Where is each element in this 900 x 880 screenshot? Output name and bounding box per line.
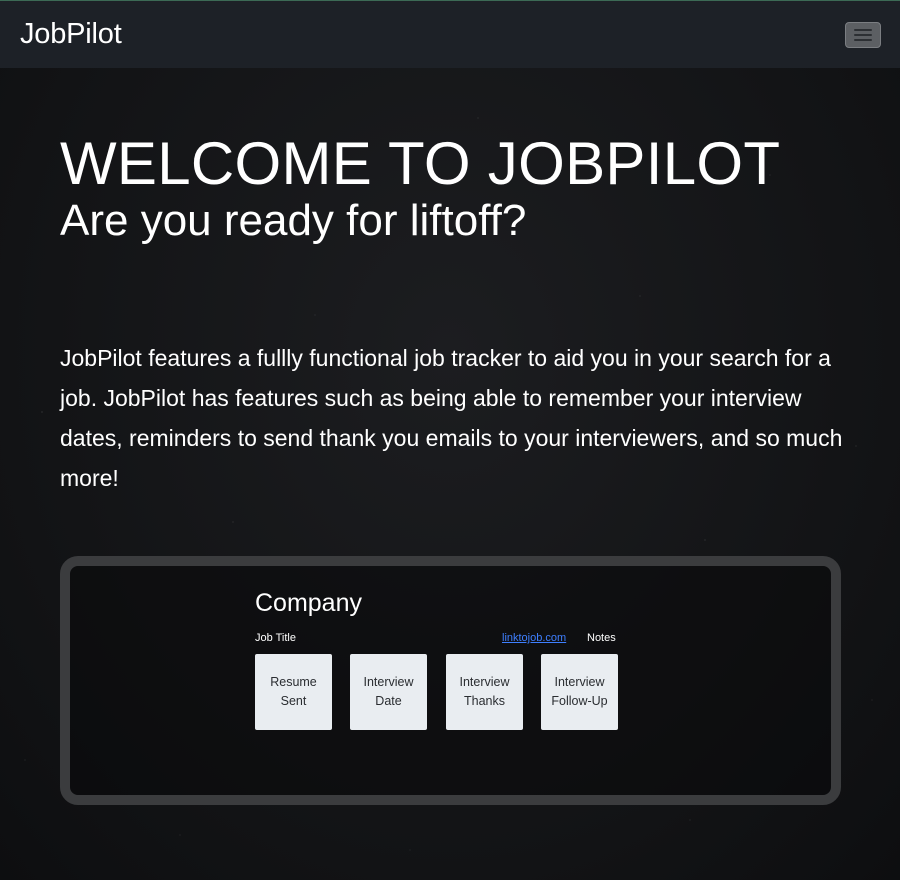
hamburger-menu-icon (854, 38, 872, 41)
intro-paragraph: JobPilot features a fullly functional jo… (60, 345, 843, 491)
step-label-line2: Follow-Up (551, 694, 608, 708)
navbar-toggle-button[interactable] (845, 21, 881, 48)
progress-steps: Resume Sent Interview Date Interview Thanks… (255, 654, 625, 732)
step-label-line2: Thanks (464, 694, 505, 708)
step-interview-date[interactable]: Interview Date (350, 654, 427, 730)
step-label-line1: Interview (554, 675, 605, 689)
hamburger-menu-icon (854, 28, 872, 31)
step-label-line1: Interview (363, 675, 414, 689)
page-subtitle: Are you ready for liftoff? (60, 196, 527, 245)
step-label-line1: Resume (270, 675, 317, 689)
navbar: JobPilot (0, 0, 900, 68)
step-interview-thanks[interactable]: Interview Thanks (446, 654, 523, 730)
job-meta-row: Job Title linktojob.com Notes (255, 632, 625, 650)
job-link[interactable]: linktojob.com (502, 632, 566, 644)
hero: WELCOME TO JOBPILOT Are you ready for li… (60, 128, 860, 246)
step-label-line2: Sent (280, 694, 307, 708)
job-card-content: Company Job Title linktojob.com Notes Re… (255, 588, 625, 732)
step-interview-follow-up[interactable]: Interview Follow-Up (541, 654, 618, 730)
job-notes: Notes (587, 632, 616, 644)
hamburger-menu-icon (854, 33, 872, 36)
step-label-line2: Date (375, 694, 402, 708)
brand-link[interactable]: JobPilot (20, 18, 122, 51)
step-resume-sent[interactable]: Resume Sent (255, 654, 332, 730)
company-name: Company (255, 589, 362, 617)
job-title: Job Title (255, 632, 296, 644)
step-label-line1: Interview (459, 675, 510, 689)
example-job-card: Company Job Title linktojob.com Notes Re… (60, 556, 841, 805)
page-title: WELCOME TO JOBPILOT (60, 130, 781, 197)
